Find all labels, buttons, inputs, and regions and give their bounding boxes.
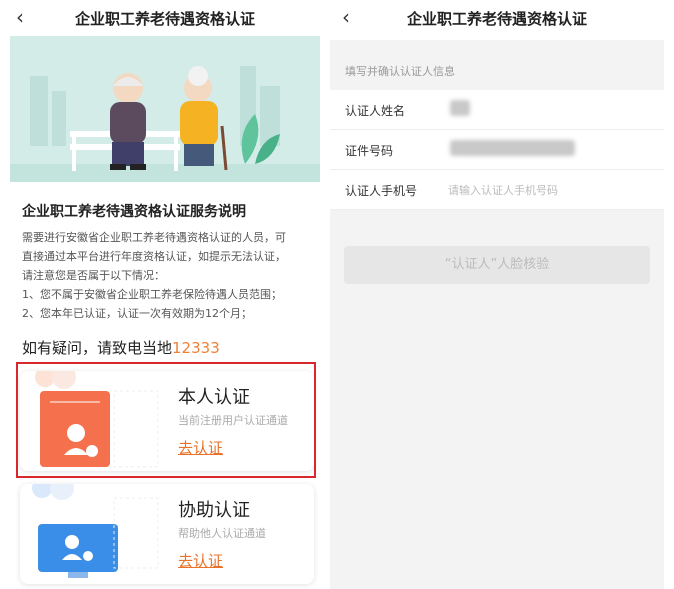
name-row[interactable]: 认证人姓名 (330, 90, 664, 130)
card-title: 协助认证 (178, 500, 250, 521)
blurred-id-number-value (450, 140, 575, 156)
assisted-certification-card[interactable]: 协助认证 帮助他人认证通道 去认证 (20, 484, 314, 584)
description-line: 直接通过本平台进行年度资格认证，如提示无法认证， (22, 250, 286, 263)
form-area: 填写并确认认证人信息 认证人姓名 证件号码 认证人手机号 “认证人”人脸核验 (330, 40, 664, 589)
phone-row[interactable]: 认证人手机号 (330, 170, 664, 210)
description-line: 2、您本年已认证，认证一次有效期为12个月； (22, 307, 252, 320)
description-line: 需要进行安徽省企业职工养老待遇资格认证的人员，可 (22, 231, 286, 244)
description-line: 1、您不属于安徽省企业职工养老保险待遇人员范围； (22, 288, 282, 301)
id-number-row[interactable]: 证件号码 (330, 130, 664, 170)
hotline-number[interactable]: 12333 (172, 339, 220, 357)
page-title: 企业职工养老待遇资格认证 (406, 10, 587, 28)
assisted-certification-illustration (32, 484, 159, 578)
field-label: 认证人姓名 (345, 104, 406, 118)
section-hint: 填写并确认认证人信息 (345, 65, 455, 78)
navbar: ‹ 企业职工养老待遇资格认证 (10, 0, 320, 36)
go-certify-link[interactable]: 去认证 (178, 550, 223, 571)
service-description-text: 需要进行安徽省企业职工养老待遇资格认证的人员，可 直接通过本平台进行年度资格认证… (22, 228, 312, 323)
description-line: 请注意您是否属于以下情况： (22, 269, 165, 282)
elderly-couple-illustration (10, 36, 320, 182)
blurred-name-value (450, 100, 470, 116)
page-title: 企业职工养老待遇资格认证 (74, 10, 255, 28)
field-label: 证件号码 (345, 144, 394, 158)
face-verification-button[interactable]: “认证人”人脸核验 (344, 246, 650, 284)
left-screen: ‹ 企业职工养老待遇资格认证 企业职工养老待遇资格认证服务说明 需要进行安徽省企… (10, 0, 320, 589)
hotline-prefix: 如有疑问，请致电当地 (22, 339, 173, 357)
service-description-title: 企业职工养老待遇资格认证服务说明 (22, 204, 246, 220)
right-screen: ‹ 企业职工养老待遇资格认证 填写并确认认证人信息 认证人姓名 证件号码 认证人… (330, 0, 664, 589)
field-label: 认证人手机号 (345, 184, 418, 198)
selection-highlight-box (16, 362, 316, 478)
navbar: ‹ 企业职工养老待遇资格认证 (330, 0, 664, 36)
card-subtitle: 帮助他人认证通道 (178, 527, 266, 540)
phone-input[interactable] (448, 178, 648, 202)
hotline-text: 如有疑问，请致电当地12333 (22, 337, 220, 358)
